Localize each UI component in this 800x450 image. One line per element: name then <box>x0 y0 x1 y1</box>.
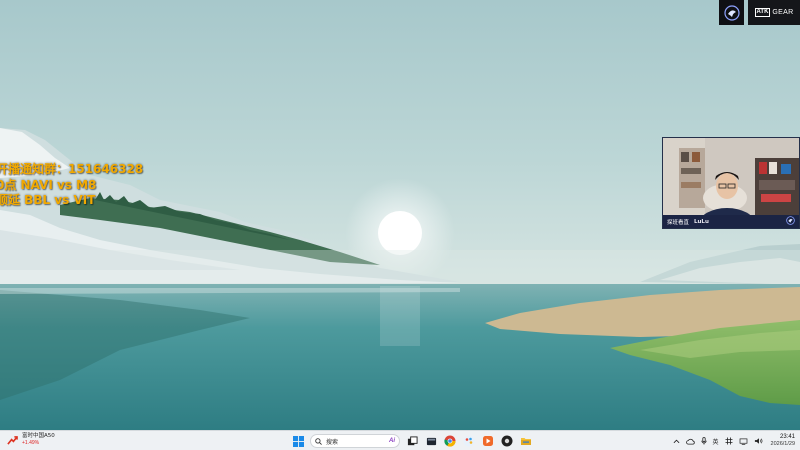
taskbar-apps: 搜索 Ai <box>291 433 533 449</box>
microphone-icon <box>700 437 707 445</box>
announcement-line-match-1: 0点 NAVI vs M8 <box>0 177 97 192</box>
cloud-sync-button[interactable] <box>685 438 695 445</box>
system-tray: 英 23:41 2026/1/29 <box>673 433 795 449</box>
speaker-icon <box>754 438 762 444</box>
start-button[interactable] <box>291 434 305 448</box>
announcement-line-group: 开播通知群：151646328 <box>0 162 144 176</box>
obs-app-icon <box>501 435 513 447</box>
tray-overflow-button[interactable] <box>673 438 680 445</box>
brand-logos: ATK GEAR <box>719 0 800 25</box>
input-grid-icon <box>725 437 733 445</box>
sponsor-logo: ATK GEAR <box>748 0 800 25</box>
file-manager-icon <box>426 437 436 445</box>
obs-app-button[interactable] <box>500 434 514 448</box>
media-app-icon <box>483 436 493 446</box>
sponsor-badge: ATK <box>754 8 771 17</box>
webcam-tag-label: LuLu <box>694 218 709 225</box>
file-manager-button[interactable] <box>424 434 438 448</box>
task-view-icon <box>407 435 418 445</box>
chrome-icon <box>444 435 456 447</box>
paint-app-icon <box>463 435 475 447</box>
volume-button[interactable] <box>754 437 763 445</box>
taskbar-clock[interactable]: 23:41 2026/1/29 <box>771 434 795 448</box>
input-mode-button[interactable] <box>725 437 733 445</box>
taskbar-search[interactable]: 搜索 Ai <box>310 434 400 448</box>
search-icon <box>315 437 322 445</box>
network-button[interactable] <box>739 438 748 445</box>
media-app-button[interactable] <box>481 434 495 448</box>
clock-date: 2026/1/29 <box>770 441 795 447</box>
network-icon <box>739 438 747 445</box>
webcam-feed: 探班看直 LuLu <box>662 137 800 229</box>
chrome-button[interactable] <box>443 434 457 448</box>
file-explorer-button[interactable] <box>519 434 533 448</box>
windows-start-icon <box>292 435 304 447</box>
sponsor-word: GEAR <box>772 9 794 16</box>
team-emblem-icon <box>723 4 740 21</box>
input-language-button[interactable]: 英 <box>713 437 719 446</box>
taskbar: 富时中国A50 +1.49% 搜索 Ai 英 23:41 2026/1/29 <box>0 430 800 450</box>
task-view-button[interactable] <box>405 434 419 448</box>
team-logo <box>719 0 744 25</box>
stock-widget[interactable]: 富时中国A50 +1.49% <box>7 433 55 447</box>
clock-time: 23:41 <box>779 434 795 440</box>
webcam-channel-label: 探班看直 <box>667 219 690 226</box>
microphone-button[interactable] <box>700 437 707 445</box>
stock-widget-title: 富时中国A50 <box>22 433 55 439</box>
stock-widget-change: +1.49% <box>22 440 40 446</box>
search-placeholder: 搜索 <box>326 438 339 446</box>
folder-icon <box>521 438 531 445</box>
announcement-line-match-2: 顺延 BBL vs VIT <box>0 193 96 207</box>
webcam-team-icon <box>786 216 795 225</box>
stock-trend-icon <box>7 435 18 445</box>
search-highlight-icon: Ai <box>389 438 395 444</box>
stream-announcement: 开播通知群：151646328 0点 NAVI vs M8 顺延 BBL vs … <box>0 162 143 209</box>
webcam-caption-bar: 探班看直 LuLu <box>663 215 799 228</box>
paint-app-button[interactable] <box>462 434 476 448</box>
chevron-up-icon <box>673 439 679 443</box>
cloud-icon <box>685 438 695 445</box>
